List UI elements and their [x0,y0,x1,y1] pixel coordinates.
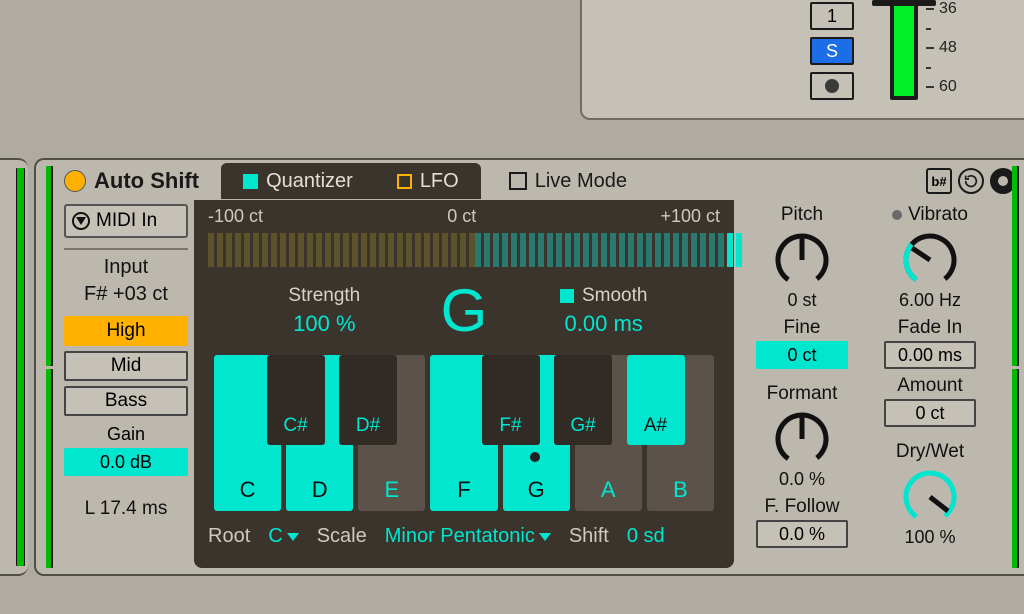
strength-label: Strength [208,285,441,307]
auto-shift-device: Auto Shift Quantizer LFO Live Mode b# [34,158,1024,576]
fade-in-label: Fade In [898,317,962,339]
fine-label: Fine [784,317,821,339]
range-mid[interactable]: Mid [64,351,188,381]
current-note-indicator [530,452,540,462]
shift-label: Shift [569,525,609,548]
vibrato-label: Vibrato [892,204,968,226]
shift-value[interactable]: 0 sd [627,525,665,548]
tab-quantizer-label: Quantizer [266,170,353,193]
dropdown-icon [287,533,299,541]
smooth-label[interactable]: Smooth [487,285,720,307]
pitch-knob[interactable] [772,230,832,290]
input-header: Input [64,248,188,279]
strength-value[interactable]: 100 % [208,311,441,337]
latency-readout: L 17.4 ms [64,492,188,520]
gain-value[interactable]: 0.0 dB [64,448,188,476]
device-title: Auto Shift [94,168,199,194]
vibrato-rate-value: 6.00 Hz [899,290,961,311]
black-key-Fsharp[interactable]: F# [482,355,540,445]
formant-value: 0.0 % [779,469,825,490]
record-arm-button[interactable] [810,72,854,100]
refresh-icon[interactable] [958,168,984,194]
vibrato-indicator-icon [892,210,902,220]
checkbox-icon [509,172,527,190]
midi-in-selector[interactable]: MIDI In [64,204,188,238]
formant-follow-value[interactable]: 0.0 % [756,520,848,548]
vibrato-rate-knob[interactable] [900,230,960,290]
scale-keyboard[interactable]: CDEFGAB C#D#F#G#A# [214,355,714,511]
live-mode-toggle[interactable]: Live Mode [509,170,627,193]
adjacent-device-edge [0,158,28,576]
cents-mid: 0 ct [447,206,476,227]
drywet-value: 100 % [904,527,955,548]
pitch-label: Pitch [781,204,823,226]
black-key-Dsharp[interactable]: D# [339,355,397,445]
smooth-value[interactable]: 0.00 ms [487,311,720,337]
range-high[interactable]: High [64,316,188,346]
detected-note-large: G [441,281,488,341]
input-meter-left [36,160,58,574]
scale-selector[interactable]: Minor Pentatonic [385,525,551,548]
detected-pitch: F# +03 ct [64,283,188,306]
cents-max: +100 ct [660,206,720,227]
meter-scale: 36 . 48 . 60 [926,2,957,105]
black-key-Gsharp[interactable]: G# [554,355,612,445]
flat-sharp-icon[interactable]: b# [926,168,952,194]
midi-in-label: MIDI In [96,210,157,232]
black-key-Asharp[interactable]: A# [627,355,685,445]
tab-lfo-label: LFO [420,170,459,193]
black-key-Csharp[interactable]: C# [267,355,325,445]
solo-button[interactable]: S [810,37,854,65]
mixer-fragment: 1 S 36 . 48 . 60 [580,0,1024,120]
device-on-toggle[interactable] [64,170,86,192]
mode-tabs: Quantizer LFO [221,163,481,199]
tab-lfo[interactable]: LFO [375,163,481,199]
drywet-knob[interactable] [900,467,960,527]
formant-follow-label: F. Follow [765,496,840,518]
tab-indicator-icon [397,174,412,189]
gain-label: Gain [64,424,188,445]
quantizer-panel: -100 ct 0 ct +100 ct Strength 100 % G Sm… [194,200,734,568]
fade-in-value[interactable]: 0.00 ms [884,341,976,369]
root-label: Root [208,525,250,548]
range-bass[interactable]: Bass [64,386,188,416]
formant-label: Formant [767,383,838,405]
tab-indicator-icon [243,174,258,189]
cents-min: -100 ct [208,206,263,227]
level-meter [890,2,918,100]
volume-slider-handle[interactable] [872,0,936,6]
amount-value[interactable]: 0 ct [884,399,976,427]
fine-value[interactable]: 0 ct [756,341,848,369]
dropdown-icon [72,212,90,230]
smooth-toggle-icon [560,289,574,303]
formant-knob[interactable] [772,409,832,469]
scale-label: Scale [317,525,367,548]
amount-label: Amount [897,375,962,397]
dropdown-icon [539,533,551,541]
root-selector[interactable]: C [268,525,298,548]
track-number-button[interactable]: 1 [810,2,854,30]
output-meter-right [1002,166,1024,568]
tab-quantizer[interactable]: Quantizer [221,163,375,199]
pitch-value: 0 st [787,290,816,311]
cents-deviation-meter [208,233,720,267]
live-mode-label: Live Mode [535,170,627,193]
drywet-label: Dry/Wet [896,441,964,463]
